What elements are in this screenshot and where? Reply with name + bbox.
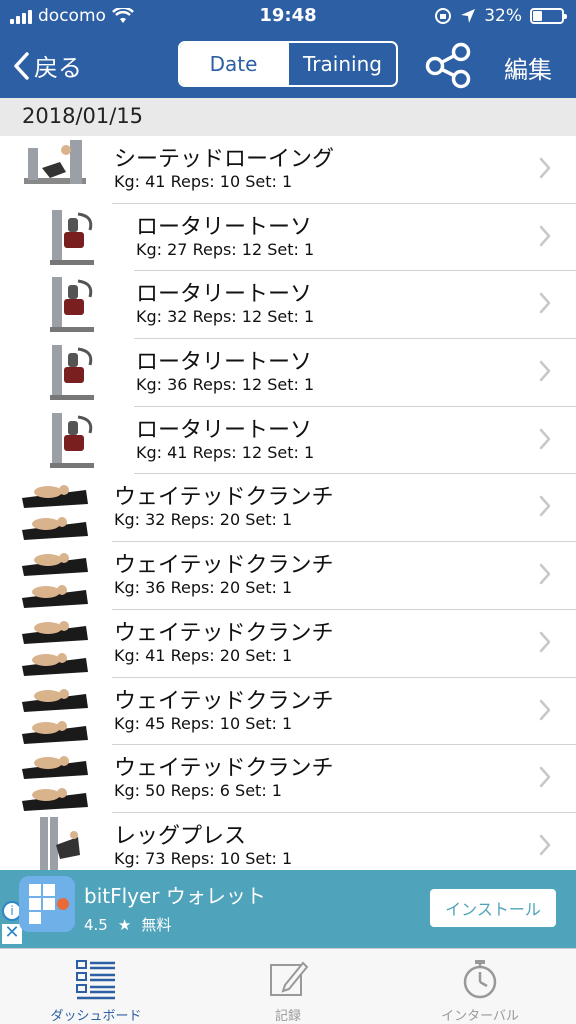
list-item[interactable]: ロータリートーソ Kg: 32 Reps: 12 Set: 1 [0,271,576,340]
exercise-name: ロータリートーソ [136,350,313,376]
list-item[interactable]: ウェイテッドクランチ Kg: 41 Reps: 20 Set: 1 [0,610,576,678]
segment-date[interactable]: Date [180,43,287,85]
exercise-thumbnail [20,747,90,817]
list-item[interactable]: ウェイテッドクランチ Kg: 50 Reps: 6 Set: 1 [0,745,576,813]
chevron-right-icon [539,766,551,788]
exercise-detail: Kg: 36 Reps: 12 Set: 1 [136,375,315,395]
chevron-right-icon [539,834,551,856]
tab-bar: ダッシュボード 記録 インターバル [0,948,576,1024]
chevron-right-icon [539,699,551,720]
list-item[interactable]: シーテッドローイング Kg: 41 Reps: 10 Set: 1 [0,136,576,204]
battery-percent: 32% [484,6,522,26]
list-item[interactable]: ロータリートーソ Kg: 41 Reps: 12 Set: 1 [0,407,576,475]
tab-interval-label: インターバル [441,1009,519,1024]
exercise-detail: Kg: 27 Reps: 12 Set: 1 [136,239,315,259]
exercise-thumbnail [20,476,90,546]
exercise-name: ウェイテッドクランチ [114,553,334,579]
exercise-thumbnail [42,409,102,475]
exercise-name: シーテッドローイング [114,147,335,172]
list-item[interactable]: ウェイテッドクランチ Kg: 36 Reps: 20 Set: 1 [0,542,576,610]
navigation-bar: 戻る Date Training 編集 [0,34,576,98]
status-bar: docomo 19:48 32% [0,0,576,34]
ad-title: bitFlyer ウォレット [84,884,266,908]
chevron-right-icon [539,360,551,382]
segmented-control: Date Training [178,41,398,87]
chevron-right-icon [539,496,551,517]
location-icon [461,9,476,23]
lock-rotation-icon [435,8,452,24]
list-item[interactable]: ウェイテッドクランチ Kg: 45 Reps: 10 Set: 1 [0,678,576,746]
stopwatch-icon [463,960,497,999]
exercise-detail: Kg: 73 Reps: 10 Set: 1 [114,848,293,868]
back-button[interactable]: 戻る [12,48,82,83]
exercise-detail: Kg: 32 Reps: 12 Set: 1 [136,307,315,327]
tab-interval[interactable]: インターバル [384,949,576,1024]
tab-record-label: 記録 [274,1009,301,1024]
dashboard-icon [76,960,115,1000]
workout-list: シーテッドローイング Kg: 41 Reps: 10 Set: 1 ロータリートーソ… [0,136,576,881]
edit-button[interactable]: 編集 [504,50,552,85]
chevron-left-icon [14,51,29,80]
header: docomo 19:48 32% 戻る Date Training 編集 [0,0,576,98]
chevron-right-icon [539,563,551,585]
exercise-name: ロータリートーソ [136,214,313,240]
exercise-thumbnail [20,680,90,750]
exercise-thumbnail [20,544,90,614]
exercise-name: ウェイテッドクランチ [114,688,334,714]
section-date: 2018/01/15 [22,104,144,128]
ad-install-button[interactable]: インストール [430,889,556,927]
star-icon: ★ [117,915,132,934]
tab-dashboard-label: ダッシュボード [50,1009,142,1024]
battery-icon [530,8,567,24]
app-screen: docomo 19:48 32% 戻る Date Training 編集 201… [0,0,576,1024]
date-section-header: 2018/01/15 [0,98,576,136]
exercise-detail: Kg: 41 Reps: 12 Set: 1 [136,442,315,462]
tab-record[interactable]: 記録 [192,949,384,1024]
exercise-name: ウェイテッドクランチ [114,485,334,511]
list-item[interactable]: ウェイテッドクランチ Kg: 32 Reps: 20 Set: 1 [0,474,576,543]
exercise-detail: Kg: 41 Reps: 20 Set: 1 [114,645,293,665]
chevron-right-icon [539,225,551,246]
battery-fill [533,11,542,21]
exercise-name: ウェイテッドクランチ [114,620,334,646]
exercise-name: レッグプレス [114,823,247,849]
chevron-right-icon [539,428,551,449]
ad-price: 無料 [141,916,172,934]
list-item[interactable]: ロータリートーソ Kg: 36 Reps: 12 Set: 1 [0,339,576,407]
edit-note-icon [270,961,309,996]
exercise-detail: Kg: 32 Reps: 20 Set: 1 [114,510,293,530]
exercise-thumbnail [42,206,102,272]
list-item[interactable]: ロータリートーソ Kg: 27 Reps: 12 Set: 1 [0,204,576,272]
chevron-right-icon [539,293,551,314]
ad-meta: 4.5 ★ 無料 [84,914,171,935]
ad-app-icon [19,876,75,932]
ad-rating: 4.5 [84,915,108,934]
tab-dashboard[interactable]: ダッシュボード [0,949,192,1024]
exercise-thumbnail [42,341,102,407]
exercise-detail: Kg: 41 Reps: 10 Set: 1 [114,172,293,191]
chevron-right-icon [539,157,551,179]
exercise-thumbnail [42,273,102,339]
exercise-detail: Kg: 36 Reps: 20 Set: 1 [114,578,293,598]
back-label: 戻る [34,54,82,82]
exercise-detail: Kg: 45 Reps: 10 Set: 1 [114,713,293,733]
exercise-thumbnail [20,138,90,204]
exercise-detail: Kg: 50 Reps: 6 Set: 1 [114,781,282,801]
exercise-thumbnail [20,612,90,682]
segment-training[interactable]: Training [287,43,396,85]
exercise-name: ロータリートーソ [136,417,313,443]
exercise-name: ロータリートーソ [136,282,313,308]
share-icon[interactable] [424,40,474,90]
status-right: 32% [434,6,567,26]
exercise-name: ウェイテッドクランチ [114,756,334,782]
chevron-right-icon [539,631,551,653]
ad-banner[interactable]: i ✕ bitFlyer ウォレット 4.5 ★ 無料 インストール [0,870,576,948]
